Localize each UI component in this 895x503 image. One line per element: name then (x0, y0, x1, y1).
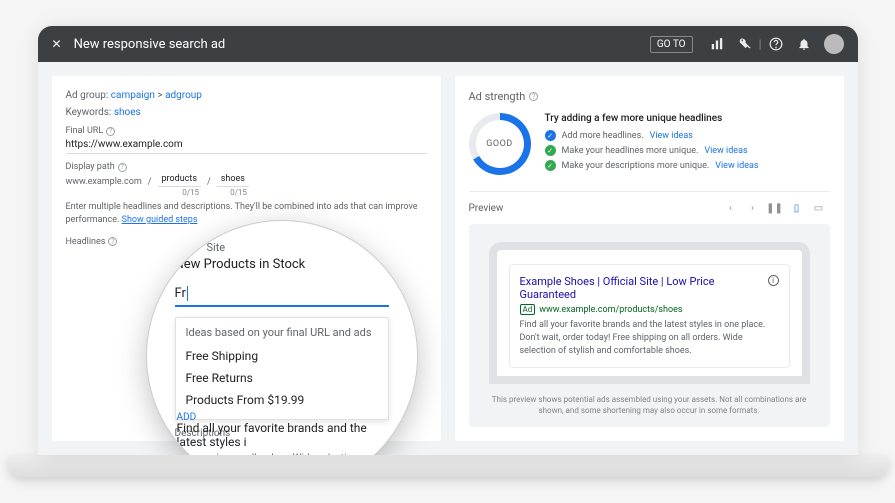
display-path-base: www.example.com (66, 177, 142, 187)
recommendation: ✓Add more headlines. View ideas (545, 130, 830, 141)
close-icon[interactable]: ✕ (52, 37, 62, 51)
ad-url: www.example.com/products/shoes (539, 305, 682, 315)
strength-meter: GOOD (469, 113, 531, 175)
next-icon[interactable]: › (747, 202, 759, 214)
topbar: ✕ New responsive search ad GO TO | (38, 26, 858, 62)
ad-preview: Example Shoes | Official Site | Low Pric… (509, 264, 790, 368)
recs-title: Try adding a few more unique headlines (545, 113, 830, 124)
preview-label: Preview (469, 203, 504, 214)
tools-icon[interactable] (737, 36, 753, 52)
magnified-view: Site New Products in Stock Fr Ideas base… (147, 221, 417, 454)
check-icon: ✓ (545, 145, 556, 156)
phone-mockup: Example Shoes | Official Site | Low Pric… (489, 242, 810, 384)
headline-value[interactable]: New Products in Stock (175, 257, 389, 272)
description-fragment: ing on all orders. Wide selectio∨ Ad URL… (217, 453, 353, 454)
reports-icon[interactable] (709, 36, 725, 52)
adgroup-link[interactable]: adgroup (165, 90, 202, 101)
desktop-icon[interactable]: ▭ (813, 202, 825, 214)
view-ideas-link[interactable]: View ideas (715, 161, 758, 171)
display-path-label: Display path? (66, 162, 427, 172)
page-title: New responsive search ad (74, 37, 650, 52)
keywords-link[interactable]: shoes (114, 107, 141, 118)
headlines-label: Headlines (66, 237, 106, 247)
mobile-icon[interactable]: ▯ (791, 202, 803, 214)
help-icon[interactable]: ? (529, 92, 538, 101)
add-button[interactable]: ADD (177, 412, 197, 423)
description-value[interactable]: Find all your favorite brands and the la… (177, 421, 397, 449)
info-icon[interactable]: i (768, 275, 779, 286)
recommendation: ✓Make your headlines more unique. View i… (545, 145, 830, 156)
headline-fragment: Site (207, 241, 226, 254)
editor-panel: Ad group: campaign > adgroup Keywords: s… (52, 76, 441, 440)
goto-button[interactable]: GO TO (650, 36, 693, 53)
final-url-label: Final URL? (66, 126, 427, 136)
avatar[interactable] (824, 34, 844, 54)
instructions: Enter multiple headlines and description… (66, 201, 427, 226)
check-icon: ✓ (545, 160, 556, 171)
check-icon: ✓ (545, 130, 556, 141)
ad-badge: Ad (520, 304, 536, 315)
help-icon[interactable]: ? (108, 237, 117, 246)
suggestion-item[interactable]: Free Shipping (186, 345, 378, 367)
prev-icon[interactable]: ‹ (725, 202, 737, 214)
view-ideas-link[interactable]: View ideas (704, 146, 747, 156)
show-guided-link[interactable]: Show guided steps (122, 215, 198, 225)
preview-frame: Example Shoes | Official Site | Low Pric… (469, 224, 830, 426)
preview-note: This preview shows potential ads assembl… (489, 394, 810, 416)
display-path-2[interactable]: shoes0/15 (217, 172, 249, 187)
suggestion-item[interactable]: Free Returns (186, 367, 378, 389)
suggestions-header: Ideas based on your final URL and ads (186, 326, 378, 339)
ad-title: Example Shoes | Official Site | Low Pric… (520, 275, 768, 301)
breadcrumb: Ad group: campaign > adgroup (66, 90, 427, 101)
suggestion-item[interactable]: Products From $19.99 (186, 389, 378, 411)
strength-rating: GOOD (476, 120, 524, 168)
recommendation: ✓Make your descriptions more unique. Vie… (545, 160, 830, 171)
help-icon[interactable] (768, 36, 784, 52)
view-ideas-link[interactable]: View ideas (650, 131, 693, 141)
suggestions-dropdown: Ideas based on your final URL and ads Fr… (175, 317, 389, 420)
display-path-1[interactable]: products0/15 (158, 172, 202, 187)
help-icon[interactable]: ? (118, 163, 127, 172)
final-url-input[interactable]: https://www.example.com (66, 136, 427, 154)
help-icon[interactable]: ? (106, 127, 115, 136)
notifications-icon[interactable] (796, 36, 812, 52)
campaign-link[interactable]: campaign (111, 90, 155, 101)
headline-input[interactable]: Fr (175, 286, 389, 307)
ad-description: Find all your favorite brands and the la… (520, 319, 779, 357)
pause-icon[interactable]: ❚❚ (769, 202, 781, 214)
strength-panel: Ad strength? GOOD Try adding a few more … (455, 76, 844, 440)
ad-strength-label: Ad strength? (469, 90, 830, 103)
